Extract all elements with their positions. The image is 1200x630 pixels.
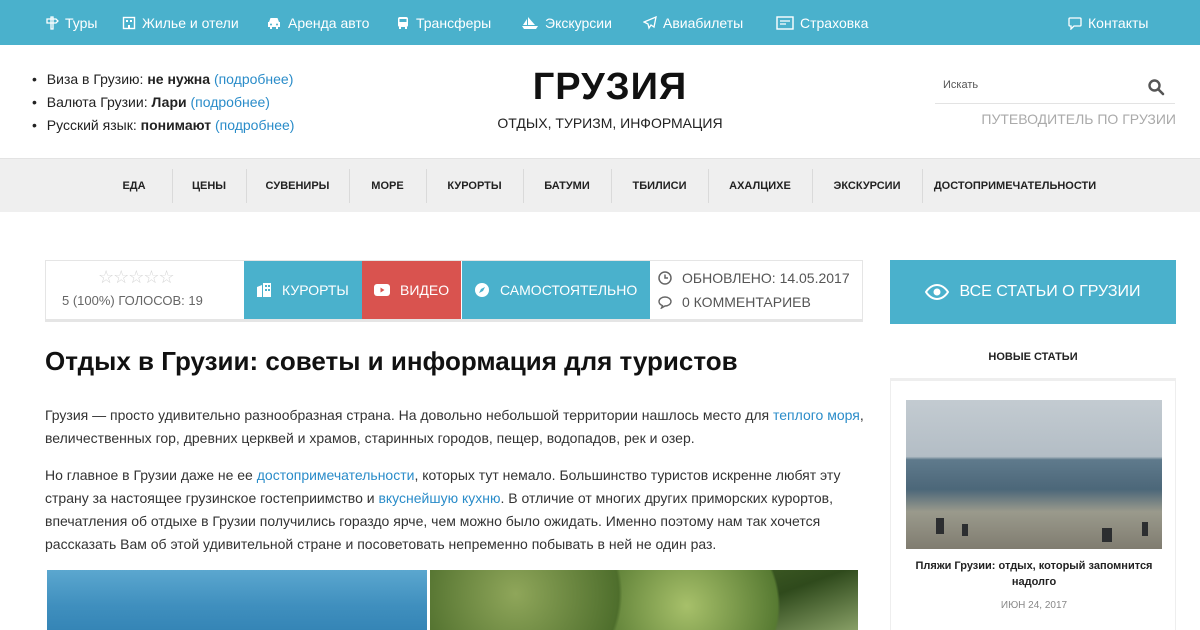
link-warm-sea[interactable]: теплого моря: [773, 407, 860, 423]
top-link-label: Авиабилеты: [663, 14, 744, 31]
top-link-tours[interactable]: Туры: [45, 0, 97, 45]
new-article-date: ИЮН 24, 2017: [1000, 600, 1068, 611]
comments-text: 0 КОММЕНТАРИЕВ: [682, 294, 811, 310]
top-link-label: Контакты: [1088, 14, 1149, 31]
nav-item[interactable]: БАТУМИ: [523, 159, 611, 213]
eye-icon: [925, 284, 950, 300]
beach-person: [1142, 522, 1148, 536]
article-paragraph: Грузия — просто удивительно разнообразна…: [45, 404, 865, 450]
fact-value: понимают: [140, 117, 212, 133]
guide-link[interactable]: ПУТЕВОДИТЕЛЬ ПО ГРУЗИИ: [981, 111, 1176, 127]
building-icon: [257, 283, 271, 297]
beach-person: [936, 518, 944, 534]
site-title[interactable]: ГРУЗИЯ: [400, 66, 820, 109]
beach-person: [1102, 528, 1112, 542]
fact-language: Русский язык: понимают (подробнее): [32, 114, 295, 137]
top-link-label: Трансферы: [416, 14, 492, 31]
quick-facts: Виза в Грузию: не нужна (подробнее) Валю…: [32, 68, 295, 137]
button-label: САМОСТОЯТЕЛЬНО: [500, 282, 638, 298]
fact-label: Виза в Грузию:: [46, 71, 144, 87]
plane-icon: [643, 15, 657, 30]
ship-icon: [522, 16, 538, 29]
fact-value: Лари: [151, 94, 187, 110]
article-title: Отдых в Грузии: советы и информация для …: [45, 346, 738, 376]
fact-label: Русский язык:: [46, 117, 137, 133]
paragraph-text: Грузия — просто удивительно разнообразна…: [45, 407, 773, 423]
site-subtitle: ОТДЫХ, ТУРИЗМ, ИНФОРМАЦИЯ: [497, 115, 723, 131]
bus-icon: [398, 16, 408, 29]
top-link-label: Аренда авто: [288, 14, 370, 31]
top-link-transfers[interactable]: Трансферы: [396, 0, 491, 45]
search-input[interactable]: Искать: [943, 79, 978, 91]
star-rating[interactable]: ☆☆☆☆☆: [98, 267, 175, 288]
search-icon[interactable]: [1147, 78, 1165, 96]
article-photo-sea: [47, 570, 427, 630]
hotel-icon: [122, 16, 136, 29]
top-link-car-rental[interactable]: Аренда авто: [266, 0, 369, 45]
fact-more-link[interactable]: (подробнее): [215, 117, 294, 133]
article-meta-bar: ☆☆☆☆☆ 5 (100%) ГОЛОСОВ: 19 КУРОРТЫ ВИДЕО…: [45, 260, 863, 322]
updated-text: ОБНОВЛЕНО: 14.05.2017: [682, 270, 850, 286]
nav-item[interactable]: ЭКСКУРСИИ: [812, 159, 922, 213]
signpost-icon: [46, 15, 59, 30]
search-box[interactable]: Искать: [935, 72, 1175, 104]
clock-icon: [658, 271, 672, 285]
category-resorts-button[interactable]: КУРОРТЫ: [244, 261, 362, 319]
new-article-card[interactable]: Пляжи Грузии: отдых, который запомнится …: [890, 381, 1176, 630]
nav-item[interactable]: ЕДА: [96, 159, 172, 213]
compass-icon: [475, 283, 489, 297]
new-articles-heading: НОВЫЕ СТАТЬИ: [890, 337, 1176, 381]
comments-count[interactable]: 0 КОММЕНТАРИЕВ: [658, 294, 811, 310]
fact-more-link[interactable]: (подробнее): [214, 71, 293, 87]
comment-icon: [658, 296, 672, 309]
button-label: ВИДЕО: [400, 282, 450, 298]
nav-item[interactable]: ЦЕНЫ: [172, 159, 246, 213]
vote-count: 5 (100%) ГОЛОСОВ: 19: [62, 293, 203, 308]
article-paragraph: Но главное в Грузии даже не ее достоприм…: [45, 464, 865, 556]
top-link-hotels[interactable]: Жилье и отели: [122, 0, 239, 45]
top-link-label: Жилье и отели: [142, 14, 239, 31]
fact-visa: Виза в Грузию: не нужна (подробнее): [32, 68, 294, 91]
chat-icon: [1068, 16, 1082, 30]
top-link-excursions[interactable]: Экскурсии: [521, 0, 612, 45]
nav-item[interactable]: СУВЕНИРЫ: [246, 159, 349, 213]
youtube-icon: [374, 284, 390, 296]
article-photo-forest: [430, 570, 858, 630]
nav-item[interactable]: ТБИЛИСИ: [611, 159, 708, 213]
fact-currency: Валюта Грузии: Лари (подробнее): [32, 91, 294, 114]
top-link-label: Страховка: [800, 14, 869, 31]
fact-value: не нужна: [147, 71, 211, 87]
top-link-flights[interactable]: Авиабилеты: [643, 0, 743, 45]
top-link-contacts[interactable]: Контакты: [1068, 0, 1148, 45]
nav-item[interactable]: АХАЛЦИХЕ: [708, 159, 812, 213]
fact-label: Валюта Грузии:: [46, 94, 148, 110]
paragraph-text: Но главное в Грузии даже не ее: [45, 467, 257, 483]
all-articles-button[interactable]: ВСЕ СТАТЬИ О ГРУЗИИ: [890, 260, 1176, 324]
nav-item[interactable]: МОРЕ: [349, 159, 426, 213]
rating-block: ☆☆☆☆☆ 5 (100%) ГОЛОСОВ: 19: [46, 261, 244, 319]
beach-person: [962, 524, 968, 536]
top-link-label: Туры: [65, 14, 98, 31]
link-cuisine[interactable]: вкуснейшую кухню: [378, 490, 500, 506]
top-link-insurance[interactable]: Страховка: [776, 0, 868, 45]
top-link-label: Экскурсии: [545, 14, 612, 31]
nav-item[interactable]: ДОСТОПРИМЕЧАТЕЛЬНОСТИ: [922, 159, 1108, 213]
category-video-button[interactable]: ВИДЕО: [362, 261, 461, 319]
document-icon: [776, 15, 794, 30]
fact-more-link[interactable]: (подробнее): [191, 94, 270, 110]
top-bar: Туры Жилье и отели Аренда авто Трансферы…: [0, 0, 1200, 45]
new-article-title[interactable]: Пляжи Грузии: отдых, который запомнится …: [901, 558, 1167, 590]
car-icon: [268, 17, 280, 29]
nav-item[interactable]: КУРОРТЫ: [426, 159, 523, 213]
button-label: КУРОРТЫ: [282, 282, 349, 298]
updated-date: ОБНОВЛЕНО: 14.05.2017: [658, 270, 850, 286]
category-independent-button[interactable]: САМОСТОЯТЕЛЬНО: [462, 261, 650, 319]
all-articles-label: ВСЕ СТАТЬИ О ГРУЗИИ: [959, 283, 1141, 300]
beach-photo[interactable]: [906, 400, 1162, 549]
main-nav: ЕДА ЦЕНЫ СУВЕНИРЫ МОРЕ КУРОРТЫ БАТУМИ ТБ…: [0, 158, 1200, 212]
link-sights[interactable]: достопримечательности: [257, 467, 415, 483]
